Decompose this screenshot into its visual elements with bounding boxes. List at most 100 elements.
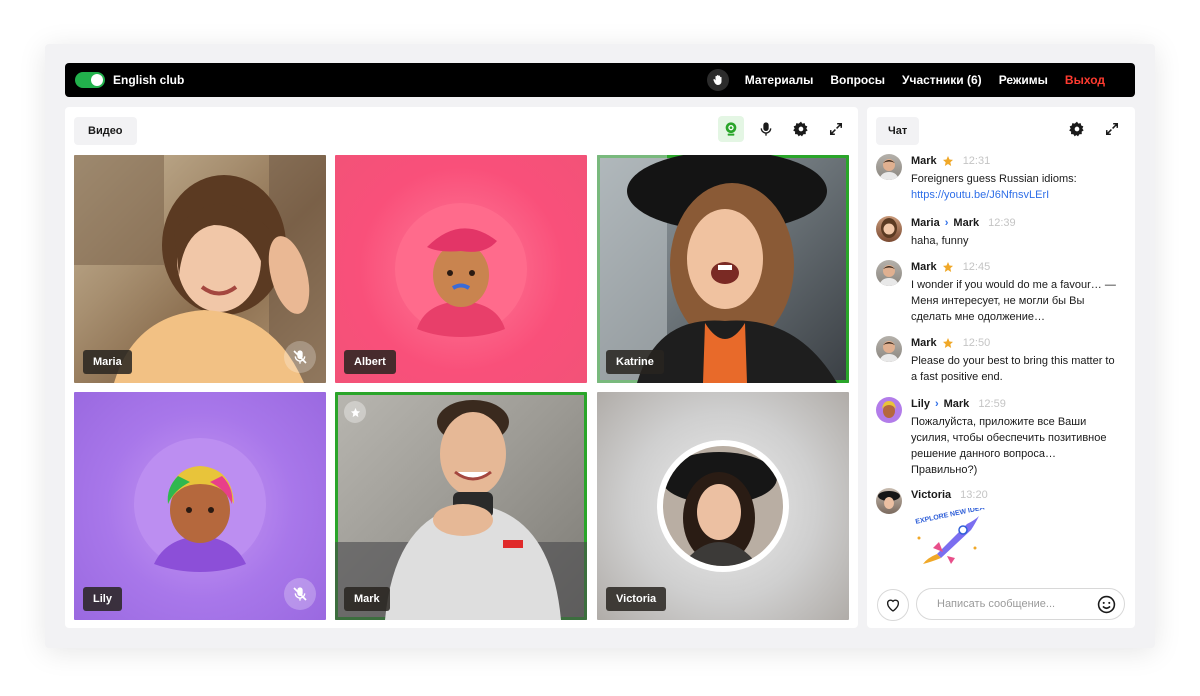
message-header: Lily › Mark 12:59 [911,397,1006,411]
gear-icon [1069,121,1084,137]
avatar [876,260,902,286]
avatar [876,397,902,423]
like-button[interactable] [877,589,909,621]
emoji-button[interactable] [1097,595,1116,614]
video-tile-maria[interactable]: Maria [74,155,326,383]
star-icon [942,156,953,166]
participant-name: Albert [344,350,396,374]
top-nav: Материалы Вопросы Участники (6) Режимы В… [706,69,1125,91]
message-text: Пожалуйста, приложите все Ваши усилия, ч… [911,416,1107,476]
reply-arrow-icon: › [934,398,939,410]
expand-icon [1105,122,1119,136]
microphone-icon [760,122,772,136]
chat-fullscreen-button[interactable] [1099,116,1125,142]
video-tile-albert[interactable]: Albert [335,155,587,383]
message-time: 12:50 [962,337,991,349]
nav-modes[interactable]: Режимы [999,73,1048,87]
message-author[interactable]: Mark [911,261,937,273]
video-tile-katrine[interactable]: Katrine [597,155,849,383]
message-header: Mark 12:50 [911,336,990,350]
heart-icon [887,599,899,612]
message-text: Foreigners guess Russian idioms: https:/… [911,171,1121,203]
message-body: Foreigners guess Russian idioms: [911,173,1077,185]
microphone-button[interactable] [753,116,779,142]
nav-materials[interactable]: Материалы [745,73,814,87]
microphone-off-icon [293,587,307,601]
message-header: Mark 12:31 [911,154,990,168]
video-settings-button[interactable] [788,116,814,142]
participant-name: Victoria [606,587,667,611]
expand-icon [829,122,843,136]
rocket-sticker[interactable]: EXPLORE NEW IDEAS [909,503,990,566]
message-author[interactable]: Victoria [911,489,951,501]
video-tile-lily[interactable]: Lily [74,392,326,620]
message-text: haha, funny [911,235,969,247]
rocket-icon: EXPLORE NEW IDEAS [915,503,990,564]
avatar [876,488,902,514]
message-link[interactable]: https://youtu.be/J6NfnsvLErI [911,187,1121,203]
participant-name: Katrine [606,350,664,374]
message-header: Victoria 13:20 [911,488,988,502]
microphone-off-icon [293,350,307,364]
participant-name: Lily [83,587,122,611]
message-time: 12:45 [962,261,991,273]
chat-message: Mark 12:31 Foreigners guess Russian idio… [876,154,1126,208]
chat-message: Mark 12:45 I wonder if you would do me a… [876,260,1126,328]
participant-photo [597,155,837,383]
message-author[interactable]: Mark [911,337,937,349]
message-header: Maria › Mark 12:39 [911,216,1016,230]
message-text: Please do your best to bring this matter… [911,355,1115,383]
video-tile-mark[interactable]: Mark [335,392,587,620]
nav-participants[interactable]: Участники (6) [902,73,982,87]
chat-settings-button[interactable] [1064,116,1090,142]
video-fullscreen-button[interactable] [823,116,849,142]
top-bar: English club Материалы Вопросы Участники… [65,63,1135,97]
nav-exit[interactable]: Выход [1065,73,1105,87]
chat-panel: Чат Mark 12:31 Foreigners guess Russian … [867,107,1135,628]
chat-message: Mark 12:50 Please do your best to bring … [876,336,1126,388]
message-time: 12:31 [962,155,991,167]
participant-name: Mark [344,587,390,611]
star-icon [350,407,360,417]
raise-hand-button[interactable] [706,69,729,91]
message-input[interactable] [937,598,1087,610]
club-name: English club [113,73,185,87]
participant-avatar [395,203,527,337]
smiley-icon [1097,595,1116,614]
avatar [876,336,902,362]
avatar [876,154,902,180]
chat-message: Victoria 13:20 EXPLORE NEW IDEAS [876,488,1126,568]
message-text: I wonder if you would do me a favour… — … [911,279,1116,323]
avatar [876,216,902,242]
chat-tab[interactable]: Чат [876,117,920,145]
video-tile-victoria[interactable]: Victoria [597,392,849,620]
host-badge [344,401,366,423]
nav-questions[interactable]: Вопросы [830,73,885,87]
message-time: 12:59 [978,398,1006,410]
participant-name: Maria [83,350,132,374]
gear-icon [793,121,808,137]
hand-icon [713,75,722,85]
message-recipient[interactable]: Mark [944,398,970,410]
message-author[interactable]: Maria [911,217,940,229]
message-header: Mark 12:45 [911,260,990,274]
message-recipient[interactable]: Mark [953,217,979,229]
message-author[interactable]: Lily [911,398,930,410]
star-icon [942,262,953,272]
video-panel: Видео Maria Albert Katrine Lily Mark Vic… [65,107,858,628]
participant-avatar [657,440,789,572]
message-author[interactable]: Mark [911,155,937,167]
message-time: 13:20 [960,489,988,501]
muted-indicator [284,341,316,373]
club-toggle[interactable] [75,72,105,88]
message-input-wrapper [916,588,1125,620]
participant-photo [335,400,587,620]
muted-indicator [284,578,316,610]
chat-message: Maria › Mark 12:39 haha, funny [876,216,1126,252]
camera-button[interactable] [718,116,744,142]
video-tab[interactable]: Видео [74,117,137,145]
camera-icon [725,122,737,136]
chat-message: Lily › Mark 12:59 Пожалуйста, приложите … [876,397,1126,481]
reply-arrow-icon: › [944,217,949,229]
message-time: 12:39 [988,217,1016,229]
